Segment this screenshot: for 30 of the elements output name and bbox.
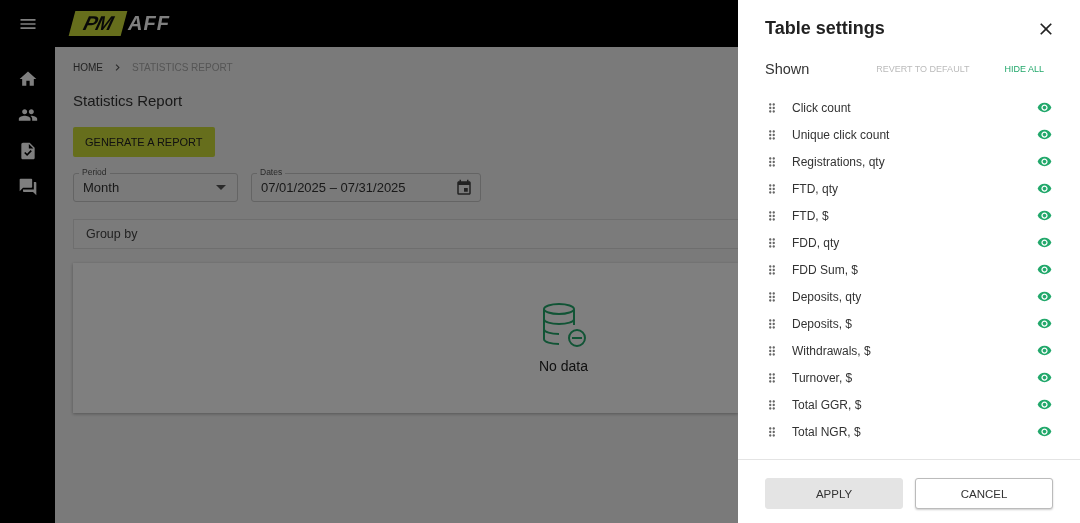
page-title: Statistics Report [73,92,183,109]
logo-mark: PM [68,11,128,36]
column-name: Deposits, qty [792,289,863,304]
column-name: FTD, qty [792,181,839,196]
empty-message: No data [538,358,588,374]
column-name: Withdrawals, $ [792,343,872,358]
column-name: Total NGR, $ [792,424,862,439]
column-name: Turnover, $ [792,370,854,385]
column-name: Total GGR, $ [792,397,863,412]
column-name: Registrations, qty [792,154,886,169]
group-by-field[interactable]: Group by [73,219,738,249]
field-value: Month [83,180,120,195]
hide-all-button[interactable]: HIDE ALL [1004,64,1044,74]
column-name: Click count [792,100,852,115]
section-title: Shown [765,61,811,77]
logo-text: AFF [128,12,170,35]
column-name: FDD, qty [792,235,841,250]
drawer-title: Table settings [765,18,885,39]
column-name: FTD, $ [792,208,830,223]
field-label: Dates [257,167,286,178]
breadcrumb[interactable]: HOME [73,62,103,73]
field-value: 07/01/2025 – 07/31/2025 [261,180,406,195]
column-name: FDD Sum, $ [792,262,859,277]
column-name: Unique click count [792,127,891,142]
date-range-field[interactable]: Dates 07/01/2025 – 07/31/2025 [251,166,481,202]
generate-report-button[interactable]: GENERATE A REPORT [73,127,215,157]
field-label: Period [79,167,110,178]
period-select[interactable]: Period Month [73,166,238,202]
cancel-button[interactable]: CANCEL [915,478,1053,509]
column-name: Deposits, $ [792,316,854,331]
